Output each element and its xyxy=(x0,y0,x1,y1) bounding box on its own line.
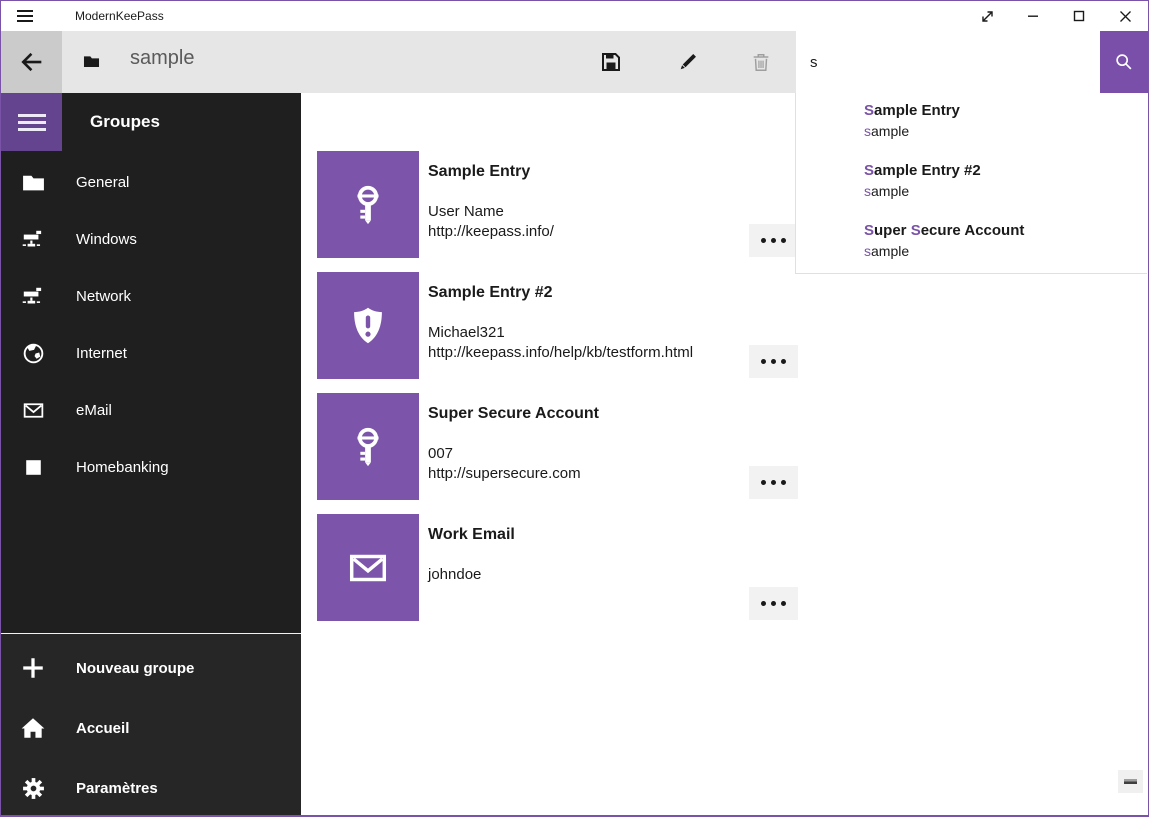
save-button[interactable] xyxy=(587,31,635,93)
sidebar-item-internet[interactable]: Internet xyxy=(1,325,301,382)
caption-buttons xyxy=(964,1,1148,31)
fullscreen-button[interactable] xyxy=(964,1,1010,31)
suggestion-subtitle: sample xyxy=(864,121,1135,141)
delete-button[interactable] xyxy=(737,31,785,93)
square-icon xyxy=(20,455,46,480)
titlebar: ModernKeePass xyxy=(1,1,1148,31)
entry-more-button[interactable] xyxy=(749,224,798,257)
entry-username: Michael321 xyxy=(428,323,693,343)
network-icon xyxy=(20,227,46,253)
app-title: ModernKeePass xyxy=(75,1,164,31)
suggestion-item[interactable]: Super Secure Account sample xyxy=(796,216,1147,276)
entry-row-super-secure-account[interactable]: Super Secure Account 007 http://supersec… xyxy=(317,393,799,500)
entry-title: Super Secure Account xyxy=(428,405,599,423)
key-icon xyxy=(345,424,391,470)
entry-title: Sample Entry #2 xyxy=(428,284,553,302)
entry-more-button[interactable] xyxy=(749,587,798,620)
group-folder-icon xyxy=(82,52,101,76)
sidebar-item-home[interactable]: Accueil xyxy=(1,698,301,758)
search-button[interactable] xyxy=(1100,31,1148,93)
home-icon xyxy=(20,715,46,741)
sidebar-item-email[interactable]: eMail xyxy=(1,382,301,439)
entry-title: Sample Entry xyxy=(428,163,530,181)
ellipsis-icon xyxy=(761,480,766,485)
entry-url: http://keepass.info/ xyxy=(428,222,554,242)
entry-tile[interactable] xyxy=(317,393,419,500)
suggestion-title: Super Secure Account xyxy=(864,221,1135,241)
globe-icon xyxy=(20,341,46,366)
suggestion-item[interactable]: Sample Entry sample xyxy=(796,96,1147,156)
entry-title: Work Email xyxy=(428,526,515,544)
edit-icon xyxy=(676,51,699,74)
search-suggestion-list: Sample Entry sample Sample Entry #2 samp… xyxy=(795,93,1147,274)
entry-row-sample-entry-2[interactable]: Sample Entry #2 Michael321 http://keepas… xyxy=(317,272,799,379)
entry-username: 007 xyxy=(428,444,581,464)
trash-icon xyxy=(750,51,772,74)
folder-icon xyxy=(20,170,46,195)
pane-toggle-button[interactable] xyxy=(1,93,62,151)
add-icon xyxy=(20,655,46,681)
group-list: General Windows Network xyxy=(1,154,301,496)
settings-icon xyxy=(20,776,46,801)
appbar: sample xyxy=(1,31,1148,93)
back-button[interactable] xyxy=(1,31,62,93)
mail-icon xyxy=(345,545,391,591)
group-title: sample xyxy=(130,47,194,70)
entry-tile[interactable] xyxy=(317,151,419,258)
entry-more-button[interactable] xyxy=(749,345,798,378)
pane-title: Groupes xyxy=(90,93,160,151)
mail-icon xyxy=(20,398,46,423)
entry-username: User Name xyxy=(428,202,554,222)
fullscreen-icon xyxy=(980,9,995,24)
search-input[interactable] xyxy=(796,31,1100,93)
system-menu-icon[interactable] xyxy=(17,10,33,22)
entry-url: http://keepass.info/help/kb/testform.htm… xyxy=(428,343,693,363)
edit-button[interactable] xyxy=(663,31,711,93)
search-box xyxy=(796,31,1100,93)
sidebar-item-settings[interactable]: Paramètres xyxy=(1,758,301,818)
sidebar-item-new-group[interactable]: Nouveau groupe xyxy=(1,638,301,698)
network-icon xyxy=(20,284,46,310)
minimize-bar-icon xyxy=(1124,779,1137,784)
ellipsis-icon xyxy=(761,238,766,243)
save-icon xyxy=(599,50,623,74)
entry-row-work-email[interactable]: Work Email johndoe xyxy=(317,514,799,621)
minimize-icon xyxy=(1027,10,1039,22)
sidebar-item-windows[interactable]: Windows xyxy=(1,211,301,268)
sidebar-footer: Nouveau groupe Accueil xyxy=(1,633,301,815)
maximize-button[interactable] xyxy=(1056,1,1102,31)
suggestion-subtitle: sample xyxy=(864,241,1135,261)
sidebar-item-general[interactable]: General xyxy=(1,154,301,211)
suggestion-title: Sample Entry #2 xyxy=(864,161,1135,181)
entry-more-button[interactable] xyxy=(749,466,798,499)
sidebar-item-network[interactable]: Network xyxy=(1,268,301,325)
close-icon xyxy=(1119,10,1132,23)
entry-tile[interactable] xyxy=(317,272,419,379)
ellipsis-icon xyxy=(761,359,766,364)
commandbar-more-button[interactable] xyxy=(1118,770,1143,793)
close-button[interactable] xyxy=(1102,1,1148,31)
entry-username: johndoe xyxy=(428,565,481,585)
shield-alert-icon xyxy=(345,303,391,349)
suggestion-subtitle: sample xyxy=(864,181,1135,201)
sidebar: Groupes General Windows xyxy=(1,93,301,815)
minimize-button[interactable] xyxy=(1010,1,1056,31)
search-icon xyxy=(1113,51,1135,73)
ellipsis-icon xyxy=(761,601,766,606)
suggestion-title: Sample Entry xyxy=(864,101,1135,121)
sidebar-item-homebanking[interactable]: Homebanking xyxy=(1,439,301,496)
entry-tile[interactable] xyxy=(317,514,419,621)
hamburger-icon xyxy=(18,114,46,131)
entry-url: http://supersecure.com xyxy=(428,464,581,484)
suggestion-item[interactable]: Sample Entry #2 sample xyxy=(796,156,1147,216)
key-icon xyxy=(345,182,391,228)
maximize-icon xyxy=(1073,10,1085,22)
back-arrow-icon xyxy=(18,48,46,76)
entry-row-sample-entry[interactable]: Sample Entry User Name http://keepass.in… xyxy=(317,151,799,258)
